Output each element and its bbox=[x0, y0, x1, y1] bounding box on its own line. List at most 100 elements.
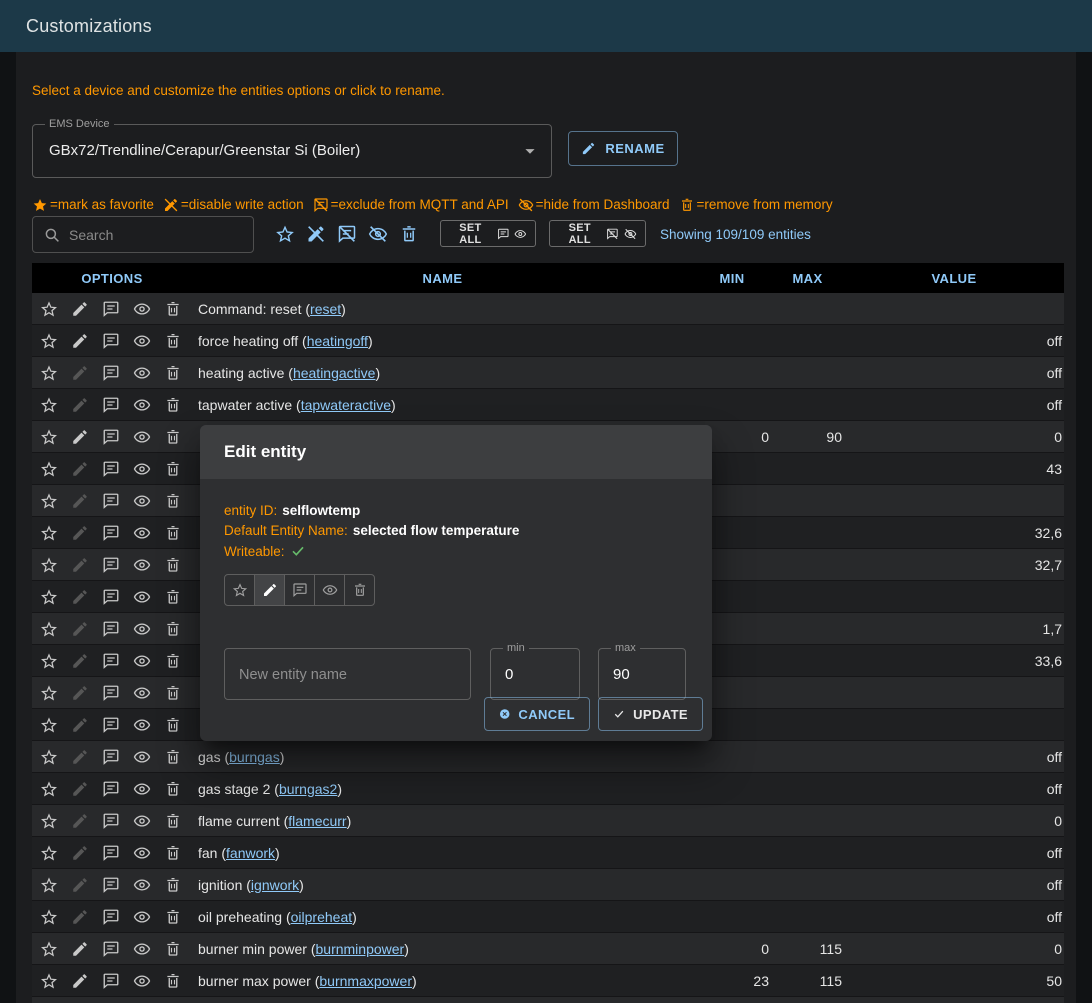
chat-icon[interactable] bbox=[102, 364, 120, 382]
star-icon[interactable] bbox=[40, 748, 58, 766]
eye-icon[interactable] bbox=[133, 396, 151, 414]
star-icon[interactable] bbox=[40, 876, 58, 894]
eye-icon[interactable] bbox=[133, 940, 151, 958]
eye-icon[interactable] bbox=[133, 364, 151, 382]
chat-icon[interactable] bbox=[102, 684, 120, 702]
star-icon[interactable] bbox=[40, 652, 58, 670]
trash-icon[interactable] bbox=[164, 364, 182, 382]
eye-icon[interactable] bbox=[133, 332, 151, 350]
pencil-icon[interactable] bbox=[71, 716, 89, 734]
chat-icon[interactable] bbox=[102, 652, 120, 670]
pencil-icon[interactable] bbox=[71, 620, 89, 638]
pencil-icon[interactable] bbox=[71, 652, 89, 670]
chat-icon[interactable] bbox=[102, 428, 120, 446]
trash-icon[interactable] bbox=[164, 716, 182, 734]
trash-icon[interactable] bbox=[164, 748, 182, 766]
eye-icon[interactable] bbox=[133, 300, 151, 318]
max-input[interactable] bbox=[599, 649, 685, 699]
cancel-button[interactable]: CANCEL bbox=[484, 697, 590, 731]
chat-off-icon[interactable] bbox=[337, 224, 357, 244]
pencil-icon[interactable] bbox=[71, 876, 89, 894]
eye-icon[interactable] bbox=[133, 716, 151, 734]
trash-icon[interactable] bbox=[164, 524, 182, 542]
new-entity-name-input[interactable] bbox=[225, 649, 470, 699]
entity-shortname-link[interactable]: oilpreheat bbox=[291, 909, 353, 925]
star-icon[interactable] bbox=[40, 428, 58, 446]
pencil-icon[interactable] bbox=[71, 492, 89, 510]
eye-toggle-button[interactable] bbox=[314, 574, 345, 606]
entity-shortname-link[interactable]: fanwork bbox=[226, 845, 275, 861]
eye-icon[interactable] bbox=[133, 428, 151, 446]
chat-icon[interactable] bbox=[102, 620, 120, 638]
set-all-hidden-button[interactable]: SET ALL bbox=[549, 220, 646, 247]
trash-toggle-button[interactable] bbox=[344, 574, 375, 606]
trash-icon[interactable] bbox=[399, 224, 419, 244]
eye-icon[interactable] bbox=[133, 556, 151, 574]
trash-icon[interactable] bbox=[164, 844, 182, 862]
pencil-icon[interactable] bbox=[71, 300, 89, 318]
star-icon[interactable] bbox=[40, 556, 58, 574]
trash-icon[interactable] bbox=[164, 876, 182, 894]
entity-shortname-link[interactable]: burngas2 bbox=[279, 781, 337, 797]
trash-icon[interactable] bbox=[164, 428, 182, 446]
device-select[interactable]: EMS Device GBx72/Trendline/Cerapur/Green… bbox=[32, 124, 552, 178]
chat-icon[interactable] bbox=[102, 716, 120, 734]
chat-icon[interactable] bbox=[102, 588, 120, 606]
trash-icon[interactable] bbox=[164, 588, 182, 606]
chat-icon[interactable] bbox=[102, 908, 120, 926]
chat-icon[interactable] bbox=[102, 556, 120, 574]
pencil-icon[interactable] bbox=[71, 364, 89, 382]
chat-icon[interactable] bbox=[102, 940, 120, 958]
entity-shortname-link[interactable]: ignwork bbox=[251, 877, 299, 893]
pencil-icon[interactable] bbox=[71, 748, 89, 766]
pencil-icon[interactable] bbox=[71, 812, 89, 830]
star-icon[interactable] bbox=[40, 460, 58, 478]
set-all-visible-button[interactable]: SET ALL bbox=[440, 220, 536, 247]
trash-icon[interactable] bbox=[164, 620, 182, 638]
pencil-icon[interactable] bbox=[71, 332, 89, 350]
star-icon[interactable] bbox=[40, 524, 58, 542]
entity-shortname-link[interactable]: tapwateractive bbox=[301, 397, 391, 413]
eye-icon[interactable] bbox=[133, 908, 151, 926]
pencil-off-icon[interactable] bbox=[306, 224, 326, 244]
chat-icon[interactable] bbox=[102, 300, 120, 318]
star-icon[interactable] bbox=[40, 972, 58, 990]
star-icon[interactable] bbox=[40, 364, 58, 382]
chat-icon[interactable] bbox=[102, 332, 120, 350]
min-field[interactable]: min bbox=[490, 648, 580, 700]
chat-icon[interactable] bbox=[102, 844, 120, 862]
entity-shortname-link[interactable]: reset bbox=[310, 301, 341, 317]
chat-icon[interactable] bbox=[102, 780, 120, 798]
trash-icon[interactable] bbox=[164, 684, 182, 702]
eye-icon[interactable] bbox=[133, 588, 151, 606]
trash-icon[interactable] bbox=[164, 556, 182, 574]
star-icon[interactable] bbox=[40, 716, 58, 734]
trash-icon[interactable] bbox=[164, 396, 182, 414]
chat-icon[interactable] bbox=[102, 524, 120, 542]
search-input[interactable] bbox=[69, 227, 243, 243]
pencil-icon[interactable] bbox=[71, 684, 89, 702]
pencil-icon[interactable] bbox=[71, 588, 89, 606]
entity-shortname-link[interactable]: heatingactive bbox=[293, 365, 376, 381]
update-button[interactable]: UPDATE bbox=[598, 697, 703, 731]
min-input[interactable] bbox=[491, 649, 579, 699]
trash-icon[interactable] bbox=[164, 300, 182, 318]
star-icon[interactable] bbox=[40, 844, 58, 862]
pencil-icon[interactable] bbox=[71, 460, 89, 478]
trash-icon[interactable] bbox=[164, 940, 182, 958]
eye-icon[interactable] bbox=[133, 620, 151, 638]
chat-icon[interactable] bbox=[102, 492, 120, 510]
entity-shortname-link[interactable]: heatingoff bbox=[307, 333, 368, 349]
eye-icon[interactable] bbox=[133, 844, 151, 862]
star-icon[interactable] bbox=[40, 396, 58, 414]
trash-icon[interactable] bbox=[164, 972, 182, 990]
chat-icon[interactable] bbox=[102, 460, 120, 478]
chat-icon[interactable] bbox=[102, 876, 120, 894]
star-icon[interactable] bbox=[40, 684, 58, 702]
pencil-icon[interactable] bbox=[71, 844, 89, 862]
star-icon[interactable] bbox=[40, 812, 58, 830]
chat-icon[interactable] bbox=[102, 396, 120, 414]
trash-icon[interactable] bbox=[164, 492, 182, 510]
star-icon[interactable] bbox=[40, 300, 58, 318]
star-icon[interactable] bbox=[40, 492, 58, 510]
